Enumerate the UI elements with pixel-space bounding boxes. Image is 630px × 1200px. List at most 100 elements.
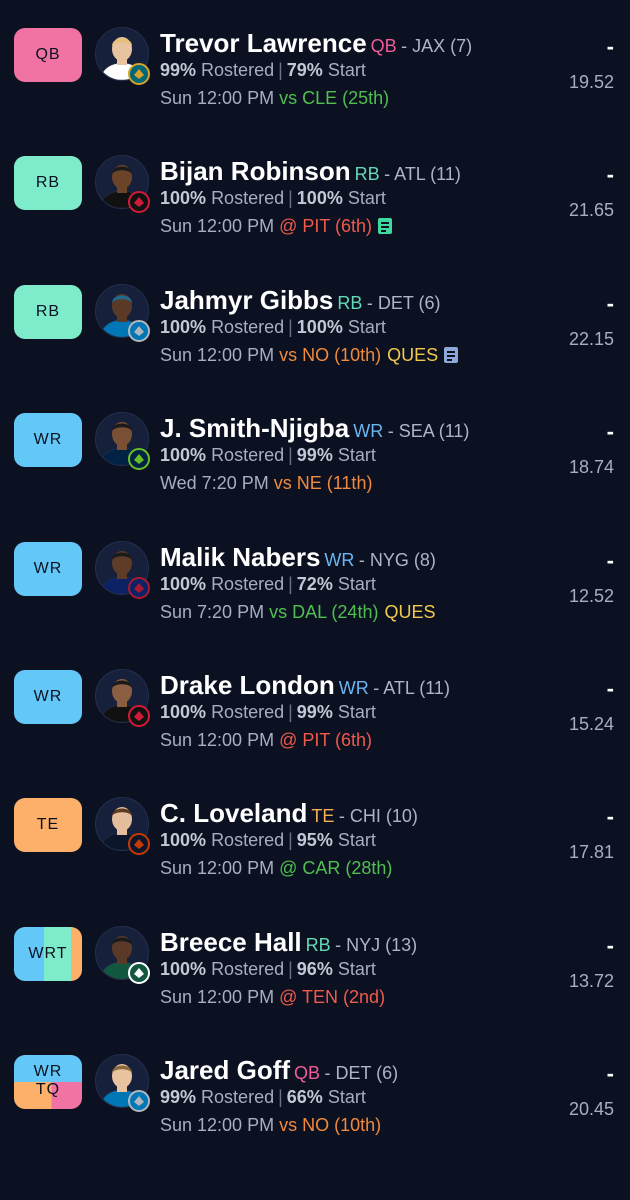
game-line: Sun 12:00 PM vs CLE (25th) (160, 88, 389, 109)
matchup: vs DAL (24th) (269, 601, 379, 622)
player-header: Bijan Robinson RB - ATL (11) (160, 156, 461, 188)
giants-logo-icon (127, 576, 151, 599)
rostered-label: Rostered (211, 958, 285, 979)
player-name[interactable]: Trevor Lawrence (160, 28, 367, 58)
game-time: Sun 12:00 PM (160, 88, 275, 108)
game-line: Sun 12:00 PM vs NO (10th) QUES (160, 344, 459, 366)
player-team-info: - CHI (10) (338, 806, 418, 827)
rostered-label: Rostered (211, 188, 285, 209)
player-team-info: - ATL (11) (384, 164, 461, 185)
news-icon[interactable] (444, 346, 459, 363)
actual-points: - (606, 34, 614, 59)
divider: | (288, 573, 293, 594)
game-time: Sun 7:20 PM (160, 601, 265, 622)
slot-label: WR (33, 559, 63, 577)
start-label: Start (347, 316, 386, 337)
player-row[interactable]: WRT Breece Hall RB - NYJ (13) 100% Roster… (0, 901, 630, 1029)
ownership-line: 100% Rostered | 99% Start (160, 445, 376, 466)
player-row[interactable]: RB Jahmyr Gibbs RB - DET (6) 100% Rostere… (0, 259, 630, 387)
player-header: Trevor Lawrence QB - JAX (7) (160, 28, 472, 60)
game-line: Sun 12:00 PM @ PIT (6th) (160, 730, 372, 751)
player-name[interactable]: Malik Nabers (160, 542, 320, 572)
lineup-slot-badge[interactable]: RB (14, 156, 82, 211)
actual-points: - (606, 547, 614, 573)
lions-logo-icon (127, 319, 151, 342)
start-percent: 99% (296, 702, 333, 722)
lineup-slot-badge[interactable]: WR (14, 541, 82, 596)
projected-points: 22.15 (568, 328, 614, 349)
player-position: RB (354, 164, 380, 185)
start-label: Start (337, 958, 376, 979)
player-row[interactable]: RB Bijan Robinson RB - ATL (11) 100% Rost… (0, 130, 630, 258)
lineup-slot-badge[interactable]: WR (14, 670, 82, 724)
player-header: C. Loveland TE - CHI (10) (160, 798, 418, 830)
projected-points: 13.72 (568, 970, 614, 991)
player-name[interactable]: C. Loveland (160, 798, 307, 828)
player-header: Jared Goff QB - DET (6) (160, 1055, 398, 1087)
ownership-line: 100% Rostered | 100% Start (160, 317, 386, 338)
seahawks-logo-icon (127, 448, 151, 471)
lineup-slot-badge[interactable]: TE (14, 798, 82, 853)
lineup-slot-badge[interactable]: WRT (14, 926, 82, 981)
slot-label: WRT (28, 944, 68, 962)
matchup: @ PIT (6th) (279, 730, 373, 750)
slot-label: RB (35, 302, 61, 320)
player-row[interactable]: WR J. Smith-Njigba WR - SEA (11) 100% Ros… (0, 387, 630, 515)
news-icon[interactable] (378, 218, 393, 235)
slot-label: TE (36, 816, 60, 834)
player-header: Jahmyr Gibbs RB - DET (6) (160, 285, 441, 317)
player-row[interactable]: TE C. Loveland TE - CHI (10) 100% Rostere… (0, 772, 630, 900)
player-header: Breece Hall RB - NYJ (13) (160, 927, 417, 959)
player-header: J. Smith-Njigba WR - SEA (11) (160, 413, 469, 445)
game-time: Sun 12:00 PM (160, 858, 275, 879)
lineup-slot-badge[interactable]: RB (14, 284, 82, 339)
player-position: RB (305, 934, 331, 955)
ownership-line: 100% Rostered | 100% Start (160, 188, 386, 209)
projected-points: 18.74 (568, 457, 614, 478)
start-percent: 79% (286, 60, 323, 80)
falcons-logo-icon (127, 191, 151, 214)
game-time: Wed 7:20 PM (160, 473, 269, 494)
ownership-line: 99% Rostered | 79% Start (160, 60, 366, 81)
jets-logo-icon (127, 961, 151, 984)
divider: | (278, 1087, 283, 1108)
matchup: vs CLE (25th) (279, 88, 390, 108)
slot-label: WR (33, 688, 63, 705)
actual-points: - (606, 419, 614, 445)
rostered-percent: 100% (160, 702, 207, 722)
lineup-slot-badge[interactable]: QB (14, 28, 82, 82)
rostered-label: Rostered (201, 60, 275, 80)
matchup: vs NO (10th) (279, 344, 382, 365)
player-name[interactable]: J. Smith-Njigba (160, 413, 349, 443)
player-name[interactable]: Jahmyr Gibbs (160, 285, 333, 315)
rostered-percent: 100% (160, 958, 207, 979)
projected-points: 21.65 (568, 200, 614, 221)
rostered-percent: 100% (160, 316, 207, 337)
player-name[interactable]: Bijan Robinson (160, 156, 351, 186)
start-percent: 72% (296, 573, 333, 594)
game-line: Sun 12:00 PM @ PIT (6th) (160, 216, 393, 237)
lineup-slot-badge[interactable]: WR (14, 413, 82, 468)
start-percent: 95% (296, 830, 333, 851)
divider: | (288, 445, 293, 466)
player-name[interactable]: Drake London (160, 670, 335, 700)
player-name[interactable]: Jared Goff (160, 1055, 290, 1085)
rostered-percent: 100% (160, 830, 207, 851)
player-row[interactable]: WR TQ Jared Goff QB - DET (6) 99% Rostered… (0, 1029, 630, 1157)
player-row[interactable]: WR Drake London WR - ATL (11) 100% Roster… (0, 644, 630, 772)
projected-points: 15.24 (568, 714, 614, 734)
start-percent: 66% (286, 1087, 323, 1108)
player-row[interactable]: QB Trevor Lawrence QB - JAX (7) 99% Roste… (0, 2, 630, 130)
player-name[interactable]: Breece Hall (160, 927, 302, 957)
lineup-slot-badge[interactable]: WR TQ (14, 1055, 82, 1110)
rostered-label: Rostered (211, 702, 285, 722)
player-position: WR (353, 421, 384, 442)
game-line: Sun 12:00 PM @ TEN (2nd) (160, 987, 385, 1008)
rostered-percent: 100% (160, 188, 207, 209)
rostered-percent: 99% (160, 1087, 197, 1108)
start-label: Start (327, 60, 366, 80)
divider: | (288, 188, 293, 209)
player-row[interactable]: WR Malik Nabers WR - NYG (8) 100% Rostere… (0, 516, 630, 644)
player-header: Drake London WR - ATL (11) (160, 670, 450, 702)
divider: | (288, 830, 293, 851)
